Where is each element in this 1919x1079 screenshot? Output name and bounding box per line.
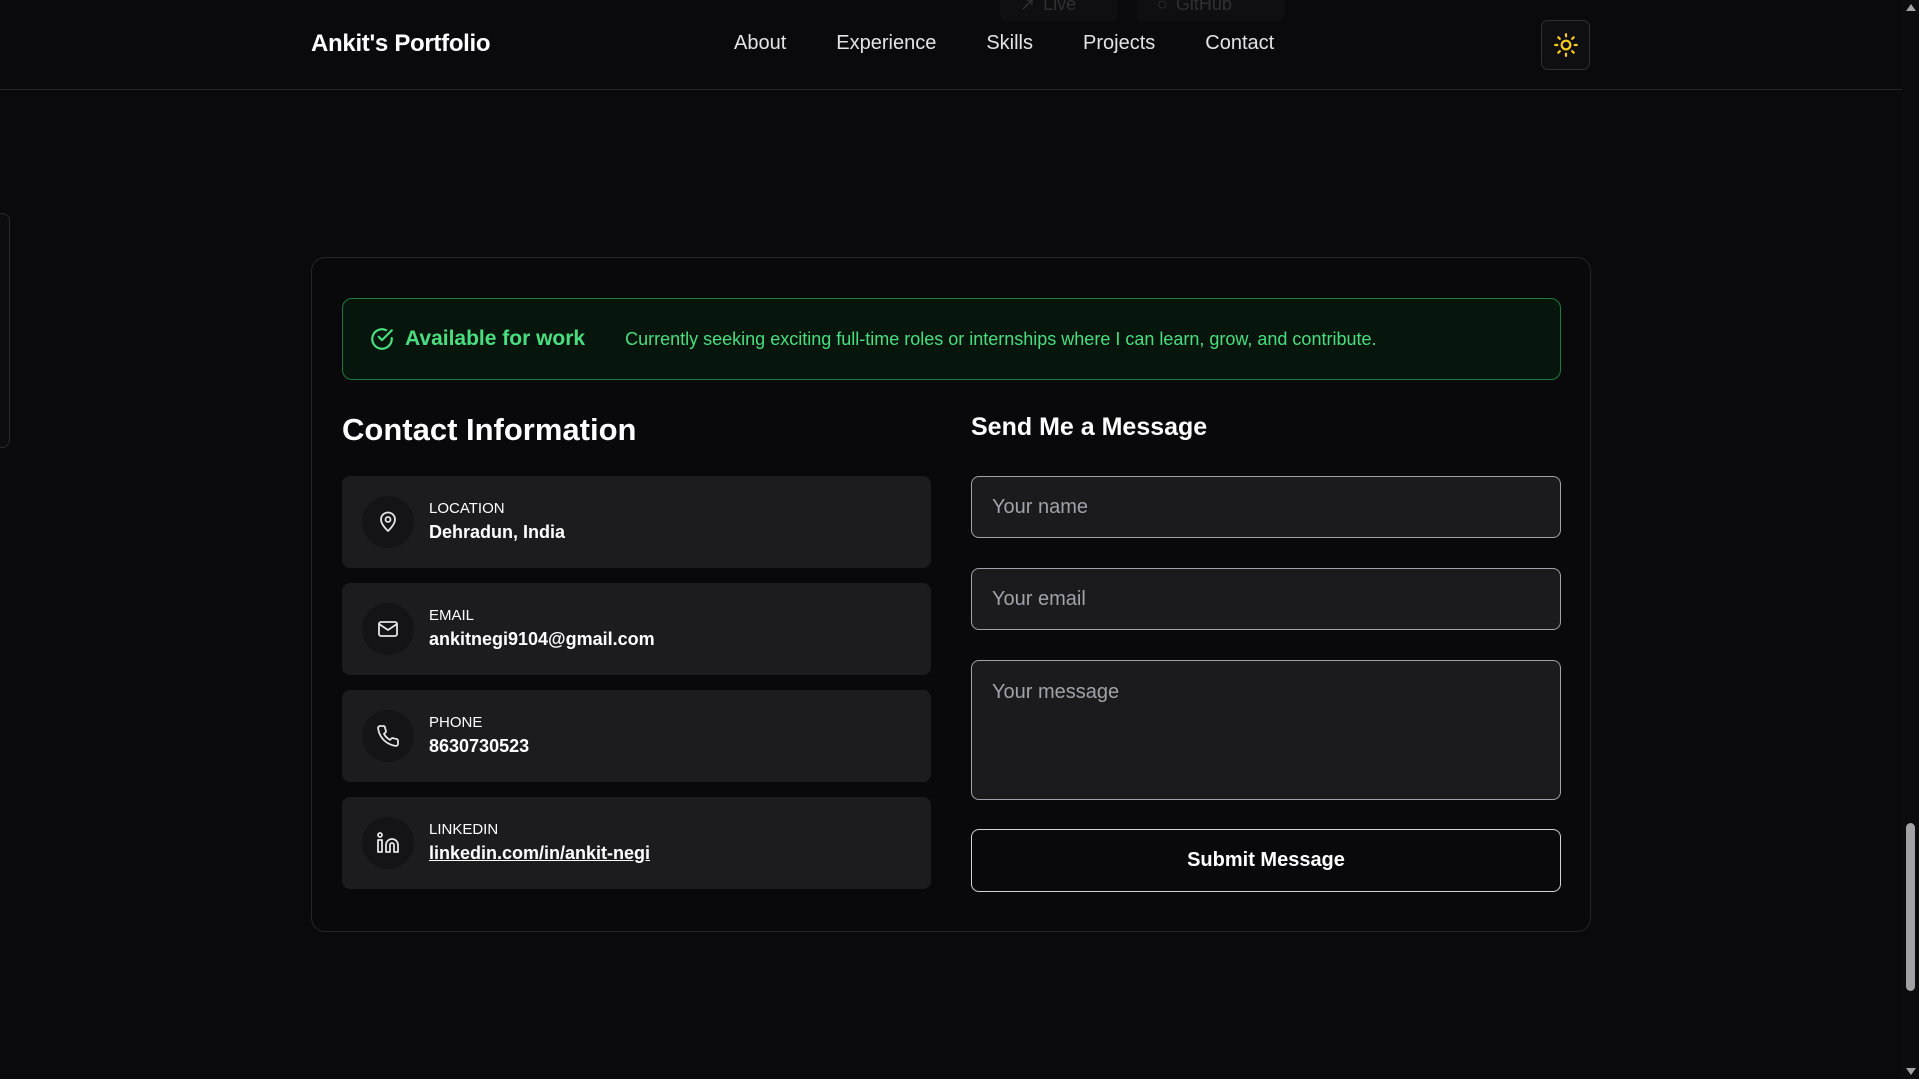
message-textarea[interactable] [971, 660, 1561, 800]
github-button[interactable]: ○ GitHub [1137, 0, 1285, 22]
phone-icon [362, 710, 414, 762]
contact-info-title: Contact Information [342, 412, 637, 447]
live-button[interactable]: ↗ Live [1000, 0, 1118, 22]
message-form-title: Send Me a Message [971, 413, 1208, 441]
contact-item-email[interactable]: EMAIL ankitnegi9104@gmail.com [342, 583, 931, 675]
scroll-up-arrow-icon[interactable] [1906, 4, 1916, 11]
github-icon: ○ [1157, 0, 1168, 14]
contact-item-location: LOCATION Dehradun, India [342, 476, 931, 568]
check-circle-icon [371, 328, 393, 350]
contact-label: LINKEDIN [429, 821, 499, 838]
site-header: ↗ Live ○ GitHub Ankit's Portfolio About … [0, 0, 1902, 90]
linkedin-link[interactable]: linkedin.com/in/ankit-negi [429, 843, 650, 864]
page: ↗ Live ○ GitHub Ankit's Portfolio About … [0, 0, 1919, 1079]
availability-text: Currently seeking exciting full-time rol… [625, 328, 1377, 349]
availability-banner: Available for work Currently seeking exc… [342, 298, 1561, 380]
contact-card: Available for work Currently seeking exc… [311, 257, 1591, 932]
linkedin-icon [362, 817, 414, 869]
nav-contact[interactable]: Contact [1205, 32, 1274, 55]
contact-item-linkedin: LINKEDIN linkedin.com/in/ankit-negi [342, 797, 931, 889]
contact-label: EMAIL [429, 607, 475, 624]
brand-logo[interactable]: Ankit's Portfolio [311, 30, 491, 58]
contact-item-phone[interactable]: PHONE 8630730523 [342, 690, 931, 782]
nav-projects[interactable]: Projects [1083, 32, 1155, 55]
contact-value: Dehradun, India [429, 522, 566, 542]
theme-toggle-button[interactable] [1541, 20, 1590, 70]
scrollbar-thumb[interactable] [1906, 823, 1915, 991]
external-link-icon: ↗ [1020, 0, 1036, 14]
email-input[interactable] [971, 568, 1561, 630]
contact-label: PHONE [429, 714, 483, 731]
sun-icon [1553, 33, 1578, 57]
page-scrollbar[interactable] [1902, 0, 1919, 1079]
map-pin-icon [362, 496, 414, 548]
main-nav: About Experience Skills Projects Contact [734, 32, 1274, 55]
scroll-down-arrow-icon[interactable] [1906, 1068, 1916, 1075]
nav-about[interactable]: About [734, 32, 786, 55]
availability-title: Available for work [405, 327, 586, 350]
mail-icon [362, 603, 414, 655]
contact-value: ankitnegi9104@gmail.com [429, 629, 655, 649]
nav-experience[interactable]: Experience [836, 32, 936, 55]
nav-skills[interactable]: Skills [986, 32, 1033, 55]
name-input[interactable] [971, 476, 1561, 538]
submit-message-button[interactable]: Submit Message [971, 829, 1561, 892]
contact-label: LOCATION [429, 500, 505, 517]
contact-value: 8630730523 [429, 736, 530, 756]
side-drawer-tab[interactable] [0, 213, 10, 448]
